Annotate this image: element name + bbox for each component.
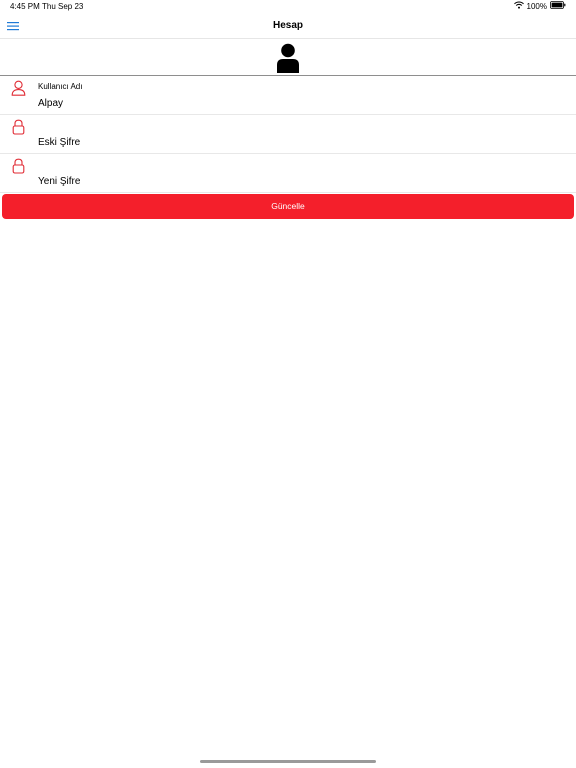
new-password-field[interactable]: Yeni Şifre — [38, 176, 80, 187]
navigation-bar: Hesap — [0, 14, 576, 39]
battery-icon — [550, 1, 566, 11]
wifi-icon — [513, 1, 524, 11]
status-time: 4:45 PM — [10, 2, 40, 11]
status-indicators: 100% — [513, 1, 566, 11]
username-field[interactable]: Alpay — [38, 98, 63, 109]
battery-percent: 100% — [526, 1, 547, 11]
home-indicator — [200, 760, 376, 763]
avatar-area — [0, 39, 576, 76]
user-avatar-icon — [275, 43, 301, 73]
username-label: Kullanıcı Adı — [38, 82, 83, 91]
person-icon — [11, 80, 26, 96]
new-password-row[interactable]: Yeni Şifre — [0, 154, 576, 193]
old-password-field[interactable]: Eski Şifre — [38, 137, 80, 148]
old-password-row[interactable]: Eski Şifre — [0, 115, 576, 154]
status-bar: 4:45 PM Thu Sep 23 100% — [0, 0, 576, 14]
lock-icon — [11, 158, 26, 174]
username-row[interactable]: Kullanıcı Adı Alpay — [0, 76, 576, 115]
lock-icon — [11, 119, 26, 135]
page-title: Hesap — [272, 20, 303, 31]
status-date: Thu Sep 23 — [42, 2, 84, 11]
update-button[interactable]: Güncelle — [2, 194, 574, 219]
